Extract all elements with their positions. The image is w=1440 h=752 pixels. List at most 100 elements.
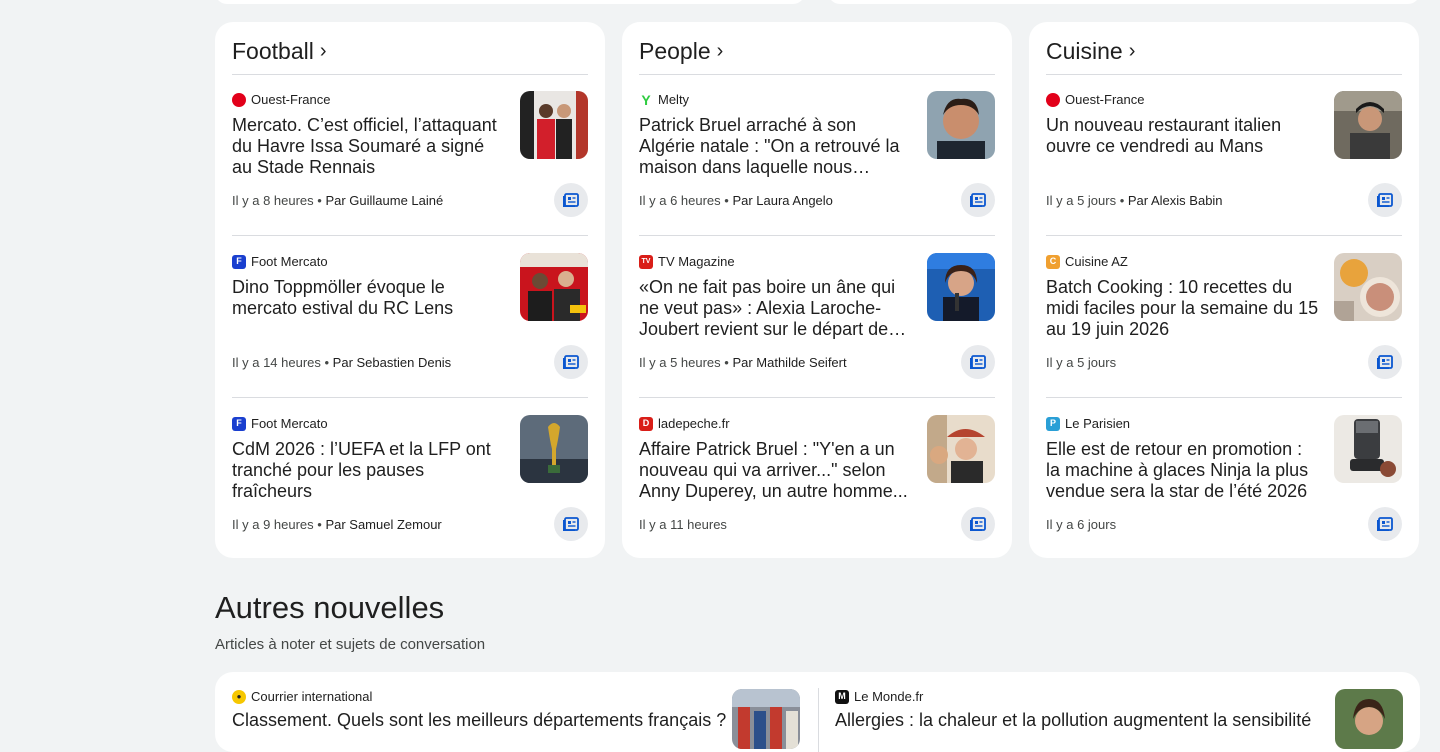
article-meta: Il y a 5 heures • Par Mathilde Seifert [639, 355, 847, 370]
article-card[interactable]: TV TV Magazine «On ne fait pas boire un … [639, 239, 995, 389]
article-thumbnail[interactable] [1335, 689, 1403, 749]
divider [1046, 74, 1402, 75]
le-monde-logo-icon: M [835, 689, 849, 704]
full-coverage-button[interactable] [961, 507, 995, 541]
article-headline[interactable]: Un nouveau restaurant italien ouvre ce v… [1046, 115, 1321, 157]
article-card[interactable]: F Foot Mercato Dino Toppmöller évoque le… [232, 239, 588, 389]
full-coverage-button[interactable] [554, 345, 588, 379]
article-card[interactable]: ● Courrier international Classement. Que… [232, 672, 802, 752]
topic-header-people[interactable]: People › [639, 38, 723, 65]
full-coverage-button[interactable] [1368, 183, 1402, 217]
divider [1046, 235, 1402, 236]
newspaper-icon [563, 355, 579, 369]
article-thumbnail[interactable] [927, 91, 995, 159]
newspaper-icon [1377, 193, 1393, 207]
topic-title: Football [232, 38, 314, 64]
article-source: D ladepeche.fr [639, 416, 730, 431]
topic-card-cuisine: Cuisine › Ouest-France Un nouveau restau… [1029, 22, 1419, 558]
article-source: F Foot Mercato [232, 416, 328, 431]
section-title: Autres nouvelles [215, 590, 445, 625]
foot-mercato-logo-icon: F [232, 254, 246, 269]
topic-card-football: Football › Ouest-France Mercato. C’est o… [215, 22, 605, 558]
topic-title: People [639, 38, 711, 64]
newspaper-icon [970, 355, 986, 369]
article-meta: Il y a 5 jours [1046, 355, 1117, 370]
article-headline[interactable]: Affaire Patrick Bruel : "Y'en a un nouve… [639, 439, 914, 502]
article-meta: Il y a 11 heures [639, 517, 727, 532]
top-card-right [828, 0, 1420, 4]
divider [232, 235, 588, 236]
article-headline[interactable]: Dino Toppmöller évoque le mercato estiva… [232, 277, 507, 319]
article-card[interactable]: C Cuisine AZ Batch Cooking : 10 recettes… [1046, 239, 1402, 389]
article-thumbnail[interactable] [1334, 415, 1402, 483]
melty-logo-icon: Y [641, 91, 651, 108]
article-headline[interactable]: Batch Cooking : 10 recettes du midi faci… [1046, 277, 1321, 340]
full-coverage-button[interactable] [554, 507, 588, 541]
newspaper-icon [1377, 517, 1393, 531]
article-source: ● Courrier international [232, 689, 372, 704]
article-source: Ouest-France [232, 92, 330, 107]
divider [232, 74, 588, 75]
article-thumbnail[interactable] [520, 91, 588, 159]
foot-mercato-logo-icon: F [232, 416, 246, 431]
full-coverage-button[interactable] [1368, 345, 1402, 379]
article-thumbnail[interactable] [927, 253, 995, 321]
divider [232, 397, 588, 398]
cuisine-az-logo-icon: C [1046, 254, 1060, 269]
courrier-international-logo-icon: ● [232, 689, 246, 704]
article-source: C Cuisine AZ [1046, 254, 1128, 269]
topic-header-cuisine[interactable]: Cuisine › [1046, 38, 1135, 65]
article-source: P Le Parisien [1046, 416, 1130, 431]
full-coverage-button[interactable] [1368, 507, 1402, 541]
ouest-france-logo-icon [232, 92, 246, 107]
full-coverage-button[interactable] [961, 183, 995, 217]
article-source: Y Melty [639, 92, 689, 107]
article-headline[interactable]: Elle est de retour en promotion : la mac… [1046, 439, 1321, 502]
top-card-left [215, 0, 805, 4]
chevron-right-icon: › [319, 40, 327, 62]
full-coverage-button[interactable] [554, 183, 588, 217]
other-news-card: ● Courrier international Classement. Que… [215, 672, 1420, 752]
article-card[interactable]: Ouest-France Un nouveau restaurant itali… [1046, 77, 1402, 227]
article-card[interactable]: Ouest-France Mercato. C’est officiel, l’… [232, 77, 588, 227]
article-source: Ouest-France [1046, 92, 1144, 107]
article-headline[interactable]: Allergies : la chaleur et la pollution a… [835, 710, 1311, 731]
article-card[interactable]: D ladepeche.fr Affaire Patrick Bruel : "… [639, 401, 995, 551]
article-meta: Il y a 6 heures • Par Laura Angelo [639, 193, 833, 208]
full-coverage-button[interactable] [961, 345, 995, 379]
article-card[interactable]: F Foot Mercato CdM 2026 : l’UEFA et la L… [232, 401, 588, 551]
article-thumbnail[interactable] [1334, 253, 1402, 321]
article-thumbnail[interactable] [520, 253, 588, 321]
article-source: TV TV Magazine [639, 254, 735, 269]
newspaper-icon [563, 517, 579, 531]
article-thumbnail[interactable] [520, 415, 588, 483]
article-meta: Il y a 8 heures • Par Guillaume Lainé [232, 193, 444, 208]
newspaper-icon [970, 517, 986, 531]
article-headline[interactable]: Patrick Bruel arraché à son Algérie nata… [639, 115, 914, 178]
article-meta: Il y a 9 heures • Par Samuel Zemour [232, 517, 442, 532]
article-headline[interactable]: «On ne fait pas boire un âne qui ne veut… [639, 277, 914, 340]
article-headline[interactable]: CdM 2026 : l’UEFA et la LFP ont tranché … [232, 439, 507, 502]
article-thumbnail[interactable] [1334, 91, 1402, 159]
article-meta: Il y a 14 heures • Par Sebastien Denis [232, 355, 452, 370]
ladepeche-logo-icon: D [639, 416, 653, 431]
article-card[interactable]: M Le Monde.fr Allergies : la chaleur et … [835, 672, 1315, 752]
article-card[interactable]: Y Melty Patrick Bruel arraché à son Algé… [639, 77, 995, 227]
ouest-france-logo-icon [1046, 92, 1060, 107]
divider [639, 397, 995, 398]
article-source: F Foot Mercato [232, 254, 328, 269]
newspaper-icon [563, 193, 579, 207]
article-thumbnail[interactable] [927, 415, 995, 483]
tv-magazine-logo-icon: TV [639, 254, 653, 269]
article-source: M Le Monde.fr [835, 689, 923, 704]
divider [1046, 397, 1402, 398]
article-thumbnail[interactable] [732, 689, 800, 749]
article-card[interactable]: P Le Parisien Elle est de retour en prom… [1046, 401, 1402, 551]
article-meta: Il y a 6 jours [1046, 517, 1117, 532]
topic-title: Cuisine [1046, 38, 1123, 64]
article-headline[interactable]: Mercato. C’est officiel, l’attaquant du … [232, 115, 507, 178]
article-headline[interactable]: Classement. Quels sont les meilleurs dép… [232, 710, 726, 731]
chevron-right-icon: › [716, 40, 724, 62]
topic-header-football[interactable]: Football › [232, 38, 327, 65]
divider [639, 74, 995, 75]
